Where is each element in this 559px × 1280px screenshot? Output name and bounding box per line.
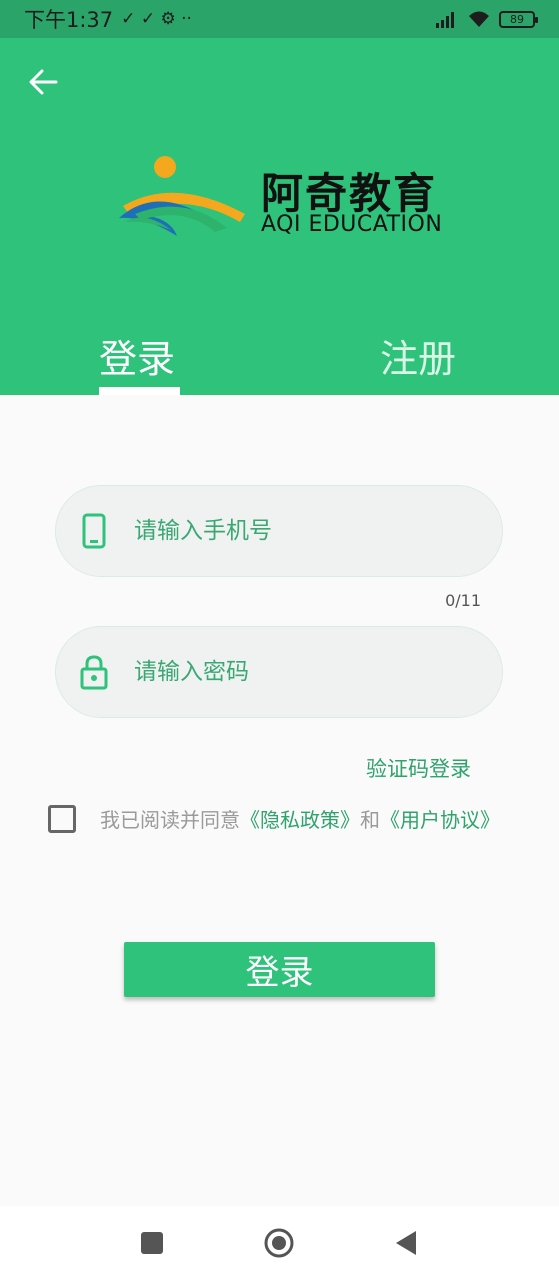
sms-login-link[interactable]: 验证码登录: [366, 753, 471, 783]
home-button[interactable]: [262, 1226, 296, 1260]
agree-prefix: 我已阅读并同意: [100, 808, 240, 832]
recent-apps-button[interactable]: [135, 1226, 169, 1260]
square-icon: [141, 1232, 163, 1254]
tab-register[interactable]: 注册: [380, 328, 456, 383]
password-field[interactable]: [55, 626, 503, 718]
status-bar: 下午1:37 ✓ ✓ ⚙ ·· 89: [0, 0, 559, 38]
login-button[interactable]: 登录: [124, 942, 435, 997]
agreement-row: 我已阅读并同意《隐私政策》和《用户协议》: [48, 804, 500, 833]
triangle-back-icon: [396, 1231, 416, 1255]
status-right: 89: [435, 10, 538, 28]
logo-mark-icon: [119, 156, 245, 236]
signal-icon: [436, 12, 454, 28]
user-agreement-link[interactable]: 《用户协议》: [380, 808, 500, 832]
navigation-bar: [0, 1206, 559, 1280]
tab-login[interactable]: 登录: [99, 328, 175, 383]
privacy-policy-link[interactable]: 《隐私政策》: [240, 808, 360, 832]
circle-icon: [264, 1228, 294, 1258]
phone-icon: [80, 511, 108, 551]
status-time: 下午1:37: [24, 8, 114, 32]
notification-icons: ✓ ✓ ⚙ ··: [121, 9, 192, 29]
wifi-icon: [469, 11, 489, 27]
agreement-text: 我已阅读并同意《隐私政策》和《用户协议》: [100, 804, 500, 833]
agree-and: 和: [360, 808, 380, 832]
phone-counter: 0/11: [445, 591, 481, 610]
battery-icon: 89: [499, 10, 538, 28]
agree-checkbox[interactable]: [48, 804, 76, 833]
back-button[interactable]: [20, 62, 66, 102]
lock-icon: [80, 652, 108, 692]
nav-back-button[interactable]: [389, 1226, 423, 1260]
brand-logo: 阿奇教育 AQI EDUCATION: [115, 156, 445, 240]
password-input[interactable]: [134, 659, 454, 685]
phone-input[interactable]: [134, 518, 454, 544]
arrow-left-icon: [29, 69, 58, 95]
tab-indicator: [99, 387, 180, 395]
header: 阿奇教育 AQI EDUCATION 登录 注册: [0, 38, 559, 395]
brand-name-en: AQI EDUCATION: [261, 212, 443, 237]
phone-field[interactable]: [55, 485, 503, 577]
